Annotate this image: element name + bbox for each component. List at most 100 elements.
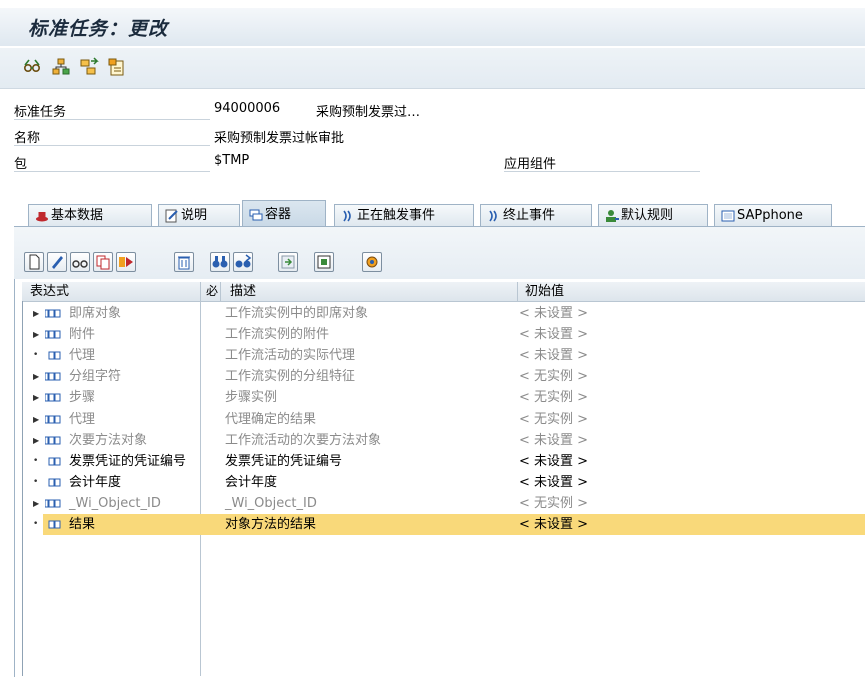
table-row[interactable]: ▶ 分组字符 工作流实例的分组特征 < 无实例 > [23, 366, 865, 387]
container-element-icon [48, 520, 61, 529]
description-cell: 步骤实例 [225, 390, 278, 406]
bullet-icon: • [33, 350, 39, 361]
description-cell: 对象方法的结果 [225, 517, 317, 532]
tab-sapphone[interactable]: SAPphone [714, 204, 832, 226]
container-element-icon [45, 436, 61, 445]
expand-arrow-icon[interactable]: ▶ [33, 387, 39, 408]
container-element-icon [45, 372, 61, 381]
export-button[interactable] [314, 252, 334, 272]
initial-value-cell: < 未设置 > [519, 474, 589, 490]
find-next-icon [235, 254, 252, 268]
expand-arrow-icon[interactable]: ▶ [33, 409, 39, 430]
find-icon [212, 256, 228, 268]
expand-arrow-icon[interactable]: ▶ [33, 366, 39, 387]
edit-doc-icon [165, 209, 178, 223]
tab-default-rules[interactable]: 默认规则 [598, 204, 708, 226]
initial-value-cell: < 未设置 > [519, 517, 589, 532]
copy-button[interactable] [93, 252, 113, 272]
table-row[interactable]: • 会计年度 会计年度 < 未设置 > [23, 472, 865, 493]
initial-value-cell: < 未设置 > [519, 348, 589, 364]
expression-cell[interactable]: 次要方法对象 [69, 430, 147, 451]
change-button[interactable] [47, 252, 67, 272]
event-icon [489, 210, 497, 222]
tab-terminating-events[interactable]: 终止事件 [480, 204, 592, 226]
forward-button[interactable] [116, 252, 136, 272]
expression-cell[interactable]: 代理 [69, 345, 95, 366]
org-assign-icon[interactable] [51, 57, 71, 77]
expression-cell[interactable]: 结果 [69, 514, 95, 535]
initial-value-cell: < 无实例 > [519, 369, 589, 385]
description-cell: _Wi_Object_ID [225, 495, 317, 511]
column-separator[interactable] [517, 282, 518, 301]
expand-arrow-icon[interactable]: ▶ [33, 493, 39, 514]
initial-value-cell: < 无实例 > [519, 495, 589, 511]
table-row[interactable]: ▶ 附件 工作流实例的附件 < 未设置 > [23, 324, 865, 345]
tab-container[interactable]: 容器 [242, 200, 326, 228]
expression-cell[interactable]: 分组字符 [69, 366, 121, 387]
export-icon [317, 255, 331, 269]
page-title: 标准任务：更改 [28, 18, 169, 40]
display-button[interactable] [70, 252, 90, 272]
tab-label: 容器 [265, 207, 292, 222]
expression-cell[interactable]: 即席对象 [69, 303, 121, 324]
table-row[interactable]: ▶ 即席对象 工作流实例中的即席对象 < 未设置 > [23, 303, 865, 324]
package-value: $TMP [214, 153, 250, 168]
column-header-description[interactable]: 描述 [230, 282, 256, 301]
column-header-required[interactable]: 必 [206, 282, 218, 301]
display-glasses-icon [72, 260, 88, 268]
tab-label: 正在触发事件 [357, 208, 436, 223]
container-icon [249, 209, 263, 221]
expression-cell[interactable]: 步骤 [69, 387, 95, 408]
expression-cell[interactable]: 附件 [69, 324, 95, 345]
expression-cell[interactable]: 代理 [69, 409, 95, 430]
application-toolbar [0, 48, 865, 89]
expression-cell[interactable]: _Wi_Object_ID [69, 493, 161, 514]
rule-icon [606, 210, 619, 222]
task-name: 采购预制发票过帐审批 [214, 131, 345, 146]
tab-label: 终止事件 [503, 208, 556, 223]
tab-label: 基本数据 [51, 208, 104, 223]
tab-basic-data[interactable]: 基本数据 [28, 204, 152, 226]
expand-arrow-icon[interactable]: ▶ [33, 303, 39, 324]
expression-cell[interactable]: 会计年度 [69, 472, 121, 493]
description-cell: 工作流实例的分组特征 [225, 369, 356, 385]
bullet-icon: • [33, 455, 39, 466]
initial-value-cell: < 无实例 > [519, 390, 589, 406]
table-row[interactable]: • 发票凭证的凭证编号 发票凭证的凭证编号 < 未设置 > [23, 451, 865, 472]
table-row[interactable]: ▶ 步骤 步骤实例 < 无实例 > [23, 387, 865, 408]
event-icon [343, 210, 351, 222]
glasses-icon[interactable] [22, 57, 42, 77]
column-separator[interactable] [220, 282, 221, 301]
bullet-icon: • [33, 519, 39, 529]
table-row[interactable]: ▶ _Wi_Object_ID _Wi_Object_ID < 无实例 > [23, 493, 865, 514]
tab-description[interactable]: 说明 [158, 204, 240, 226]
import-icon [281, 255, 295, 269]
column-header-expression[interactable]: 表达式 [30, 282, 69, 301]
delete-button[interactable] [174, 252, 194, 272]
import-button[interactable] [278, 252, 298, 272]
container-element-icon [45, 330, 61, 339]
initial-value-cell: < 无实例 > [519, 411, 589, 427]
description-cell: 会计年度 [225, 474, 278, 490]
task-info-icon[interactable] [107, 57, 127, 77]
expand-arrow-icon[interactable]: ▶ [33, 430, 39, 451]
expand-arrow-icon[interactable]: ▶ [33, 324, 39, 345]
column-separator[interactable] [200, 282, 201, 301]
field-label: 标准任务 [14, 101, 210, 120]
binding-icon[interactable] [79, 57, 99, 77]
create-button[interactable] [24, 252, 44, 272]
find-button[interactable] [210, 252, 230, 272]
expression-cell[interactable]: 发票凭证的凭证编号 [69, 451, 186, 472]
initial-value-cell: < 未设置 > [519, 432, 589, 448]
tab-triggering-events[interactable]: 正在触发事件 [334, 204, 474, 226]
column-header-initial-value[interactable]: 初始值 [525, 282, 564, 301]
table-row[interactable]: ▶ 次要方法对象 工作流活动的次要方法对象 < 未设置 > [23, 430, 865, 451]
container-element-icon [48, 478, 61, 487]
table-row[interactable]: • 代理 工作流活动的实际代理 < 未设置 > [23, 345, 865, 366]
find-next-button[interactable] [233, 252, 253, 272]
table-row[interactable]: ▶ 代理 代理确定的结果 < 无实例 > [23, 409, 865, 430]
table-row[interactable]: • 结果 对象方法的结果 < 未设置 > [23, 514, 865, 535]
tab-label: SAPphone [737, 208, 803, 223]
row-selection-highlight [43, 514, 865, 535]
settings-button[interactable] [362, 252, 382, 272]
